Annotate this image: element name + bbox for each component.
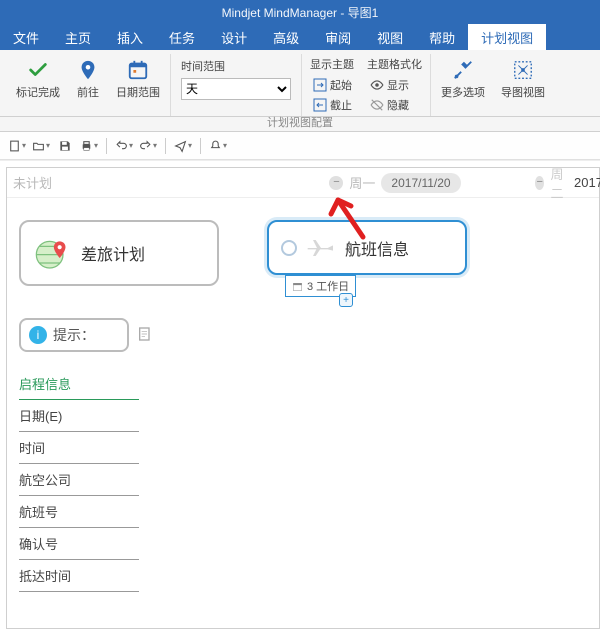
calendar-small-icon — [292, 281, 303, 292]
title-bar: Mindjet MindManager - 导图1 — [0, 0, 600, 24]
show-button[interactable]: 显示 — [367, 76, 422, 94]
new-doc-button[interactable]: ▾ — [8, 137, 26, 155]
tab-help[interactable]: 帮助 — [416, 24, 468, 50]
time-range-label: 时间范围 — [181, 58, 291, 74]
tab-design[interactable]: 设计 — [208, 24, 260, 50]
outline-item[interactable]: 时间 — [19, 432, 139, 464]
card-flight-info[interactable]: 航班信息 — [267, 220, 467, 275]
outline-item[interactable]: 航空公司 — [19, 464, 139, 496]
topic-format-header: 主题格式化 — [367, 56, 422, 72]
column-day2[interactable]: − 周二 2017/11/21 — [535, 168, 600, 197]
map-view-button[interactable]: 导图视图 — [497, 56, 549, 102]
open-button[interactable]: ▾ — [32, 137, 50, 155]
redo-button[interactable]: ▾ — [139, 137, 157, 155]
outline-item[interactable]: 抵达时间 — [19, 560, 139, 592]
goto-button[interactable]: 前往 — [72, 56, 104, 102]
send-button[interactable]: ▾ — [174, 137, 192, 155]
date-range-label: 日期范围 — [116, 84, 160, 100]
card-tip[interactable]: i 提示： — [19, 318, 129, 352]
start-icon — [313, 78, 327, 92]
card-travel-plan[interactable]: 差旅计划 — [19, 220, 219, 286]
card-title: 航班信息 — [345, 236, 409, 260]
separator — [165, 138, 166, 154]
eye-icon — [370, 78, 384, 92]
undo-button[interactable]: ▾ — [115, 137, 133, 155]
card-title: 差旅计划 — [81, 241, 145, 265]
mark-done-label: 标记完成 — [16, 84, 60, 100]
cutoff-icon — [313, 98, 327, 112]
separator — [106, 138, 107, 154]
outline-item[interactable]: 航班号 — [19, 496, 139, 528]
tab-plan-view[interactable]: 计划视图 — [468, 24, 546, 50]
goto-label: 前往 — [77, 84, 99, 100]
show-topic-header: 显示主题 — [310, 56, 355, 72]
tab-advanced[interactable]: 高级 — [260, 24, 312, 50]
date-range-button[interactable]: 日期范围 — [112, 56, 164, 102]
tools-icon — [451, 58, 475, 82]
outline-item[interactable]: 确认号 — [19, 528, 139, 560]
tab-task[interactable]: 任务 — [156, 24, 208, 50]
tab-review[interactable]: 审阅 — [312, 24, 364, 50]
column-unplanned: 未计划 — [7, 168, 255, 197]
tab-insert[interactable]: 插入 — [104, 24, 156, 50]
tab-home[interactable]: 主页 — [52, 24, 104, 50]
plane-icon — [305, 236, 337, 260]
info-icon: i — [29, 326, 47, 344]
tab-file[interactable]: 文件 — [0, 24, 52, 50]
tip-label: 提示： — [53, 325, 95, 345]
outline-item[interactable]: 日期(E) — [19, 400, 139, 432]
outline-item[interactable]: 启程信息 — [19, 368, 139, 400]
calendar-icon — [126, 58, 150, 82]
outline-list: 启程信息 日期(E) 时间 航空公司 航班号 确认号 抵达时间 — [19, 368, 139, 592]
ribbon-group-label: 计划视图配置 — [267, 114, 333, 130]
day1-name: 周一 — [349, 173, 375, 192]
map-view-icon — [511, 58, 535, 82]
mark-done-button[interactable]: 标记完成 — [12, 56, 64, 102]
more-options-label: 更多选项 — [441, 84, 485, 100]
note-icon[interactable] — [137, 326, 153, 342]
separator — [200, 138, 201, 154]
more-options-button[interactable]: 更多选项 — [437, 56, 489, 102]
window-title: Mindjet MindManager - 导图1 — [222, 4, 379, 21]
add-child-button[interactable]: + — [339, 293, 353, 307]
day2-date: 2017/11/21 — [574, 175, 600, 190]
tab-view[interactable]: 视图 — [364, 24, 416, 50]
eye-off-icon — [370, 98, 384, 112]
collapse-icon[interactable]: − — [535, 176, 544, 190]
save-button[interactable] — [56, 137, 74, 155]
cutoff-button[interactable]: 截止 — [310, 96, 355, 114]
column-day1[interactable]: − 周一 2017/11/20 — [255, 168, 535, 197]
day2-name: 周二 — [550, 164, 568, 202]
collapse-icon[interactable]: − — [329, 176, 343, 190]
start-button[interactable]: 起始 — [310, 76, 355, 94]
plan-canvas: 未计划 − 周一 2017/11/20 − 周二 2017/11/21 — [0, 160, 600, 629]
check-icon — [26, 58, 50, 82]
hide-button[interactable]: 隐藏 — [367, 96, 422, 114]
ribbon: 标记完成 前往 日期范围 时间范围 天 — [0, 50, 600, 132]
print-button[interactable]: ▾ — [80, 137, 98, 155]
quick-access-toolbar: ▾ ▾ ▾ ▾ ▾ ▾ ▾ — [0, 132, 600, 160]
globe-pin-icon — [33, 233, 73, 273]
column-headers: 未计划 − 周一 2017/11/20 − 周二 2017/11/21 — [7, 168, 599, 198]
day1-date: 2017/11/20 — [381, 173, 460, 193]
pin-icon — [76, 58, 100, 82]
ribbon-tabs: 文件 主页 插入 任务 设计 高级 审阅 视图 帮助 计划视图 — [0, 24, 600, 50]
progress-circle-icon — [281, 240, 297, 256]
map-view-label: 导图视图 — [501, 84, 545, 100]
time-range-select[interactable]: 天 — [181, 78, 291, 100]
bell-button[interactable]: ▾ — [209, 137, 227, 155]
